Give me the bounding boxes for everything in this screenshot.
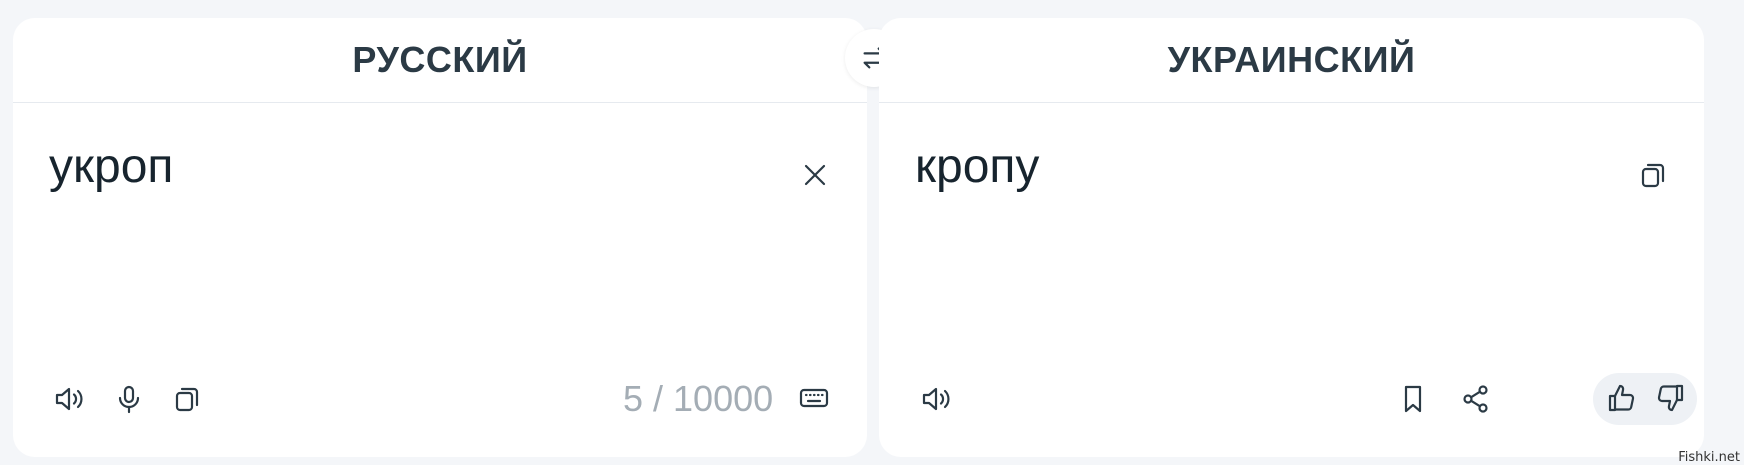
source-language-label[interactable]: РУССКИЙ <box>352 39 527 81</box>
copy-icon <box>175 387 199 412</box>
dislike-button[interactable] <box>1649 376 1693 420</box>
microphone-icon <box>118 385 140 414</box>
speaker-icon <box>55 387 83 411</box>
share-icon <box>1463 385 1488 413</box>
character-counter: 5 / 10000 <box>623 378 774 419</box>
source-listen-button[interactable] <box>47 377 91 421</box>
speaker-icon <box>922 387 950 411</box>
close-icon <box>804 164 826 186</box>
copy-icon <box>1641 163 1665 188</box>
virtual-keyboard-button[interactable] <box>792 376 836 420</box>
clear-button[interactable] <box>793 153 837 197</box>
target-header: УКРАИНСКИЙ <box>879 18 1704 103</box>
target-panel: УКРАИНСКИЙ кропу <box>879 18 1704 457</box>
thumbs-down-icon <box>1657 384 1684 412</box>
bookmark-icon <box>1404 385 1422 413</box>
keyboard-icon <box>799 388 829 408</box>
source-text-input[interactable]: укроп <box>49 138 173 196</box>
source-copy-button[interactable] <box>165 377 209 421</box>
target-language-label[interactable]: УКРАИНСКИЙ <box>1168 39 1416 81</box>
source-panel: РУССКИЙ укроп 5 / 10000 <box>13 18 867 457</box>
target-copy-button[interactable] <box>1631 153 1675 197</box>
source-header: РУССКИЙ <box>13 18 867 103</box>
watermark: Fishki.net <box>1678 450 1740 465</box>
translation-output: кропу <box>915 140 1040 193</box>
bookmark-button[interactable] <box>1391 377 1435 421</box>
target-listen-button[interactable] <box>914 377 958 421</box>
share-button[interactable] <box>1454 377 1498 421</box>
like-button[interactable] <box>1599 376 1643 420</box>
voice-input-button[interactable] <box>107 377 151 421</box>
thumbs-up-icon <box>1608 384 1635 412</box>
